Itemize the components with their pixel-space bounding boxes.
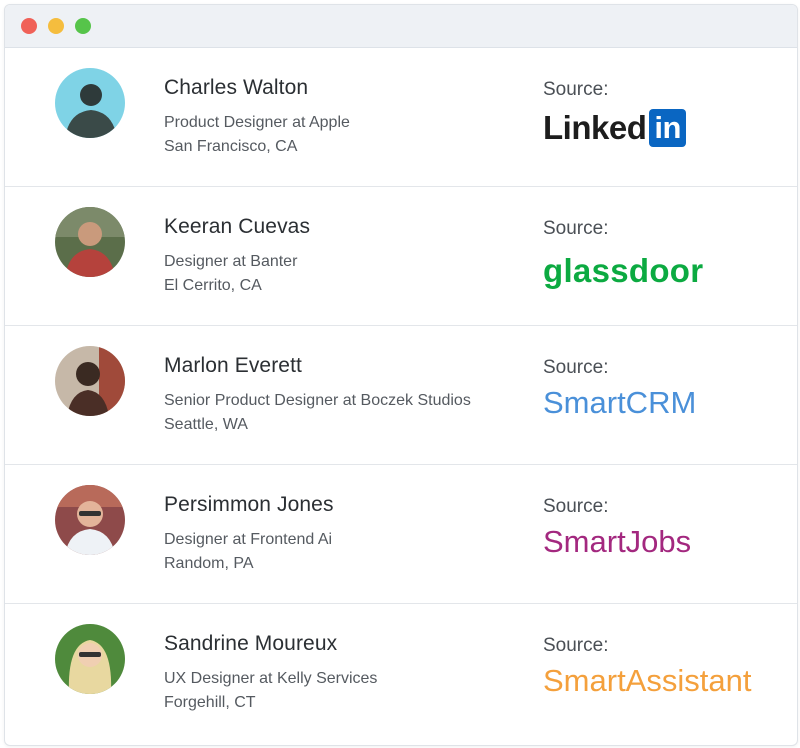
candidate-row[interactable]: Keeran Cuevas Designer at Banter El Cerr…	[5, 187, 797, 326]
candidate-location: Seattle, WA	[164, 416, 248, 433]
candidate-name[interactable]: Marlon Everett	[164, 354, 471, 378]
smartassistant-logo-icon: SmartAssistant	[543, 663, 752, 698]
candidate-location: Random, PA	[164, 555, 254, 572]
candidate-list: Charles Walton Product Designer at Apple…	[5, 48, 797, 742]
avatar-photo-icon	[55, 624, 125, 694]
candidate-title: Senior Product Designer at Boczek Studio…	[164, 392, 471, 409]
smartcrm-logo-icon: SmartCRM	[543, 385, 697, 420]
glassdoor-logo-icon: glassdoor	[543, 252, 704, 289]
candidate-row[interactable]: Persimmon Jones Designer at Frontend Ai …	[5, 465, 797, 604]
candidate-title: Product Designer at Apple	[164, 114, 350, 131]
avatar	[55, 485, 125, 555]
window-titlebar	[5, 5, 797, 48]
avatar-photo-icon	[55, 207, 125, 277]
avatar	[55, 207, 125, 277]
candidate-name[interactable]: Charles Walton	[164, 76, 350, 100]
minimize-window-button[interactable]	[48, 18, 64, 34]
candidate-name[interactable]: Sandrine Moureux	[164, 632, 377, 656]
candidate-location: San Francisco, CA	[164, 138, 298, 155]
candidate-name[interactable]: Keeran Cuevas	[164, 215, 310, 239]
source-label: Source:	[543, 635, 609, 656]
avatar	[55, 346, 125, 416]
candidate-name[interactable]: Persimmon Jones	[164, 493, 334, 517]
smartjobs-logo-icon: SmartJobs	[543, 524, 692, 559]
candidate-row[interactable]: Marlon Everett Senior Product Designer a…	[5, 326, 797, 465]
candidate-title: Designer at Frontend Ai	[164, 531, 333, 548]
linkedin-logo-icon: Linked in	[543, 109, 686, 147]
source-label: Source:	[543, 496, 609, 517]
app-window: Charles Walton Product Designer at Apple…	[4, 4, 798, 746]
logo-badge: in	[649, 109, 686, 147]
candidate-location: El Cerrito, CA	[164, 277, 262, 294]
avatar-photo-icon	[55, 485, 125, 555]
avatar	[55, 68, 125, 138]
candidate-title: UX Designer at Kelly Services	[164, 670, 378, 687]
source-label: Source:	[543, 357, 609, 378]
candidate-row[interactable]: Charles Walton Product Designer at Apple…	[5, 48, 797, 187]
close-window-button[interactable]	[21, 18, 37, 34]
avatar-photo-icon	[55, 68, 125, 138]
candidate-location: Forgehill, CT	[164, 694, 256, 711]
candidate-row[interactable]: Sandrine Moureux UX Designer at Kelly Se…	[5, 604, 797, 742]
avatar-photo-icon	[55, 346, 125, 416]
logo-wordmark: Linked	[543, 109, 647, 146]
maximize-window-button[interactable]	[75, 18, 91, 34]
candidate-title: Designer at Banter	[164, 253, 298, 270]
source-label: Source:	[543, 79, 609, 100]
source-label: Source:	[543, 218, 609, 239]
avatar	[55, 624, 125, 694]
